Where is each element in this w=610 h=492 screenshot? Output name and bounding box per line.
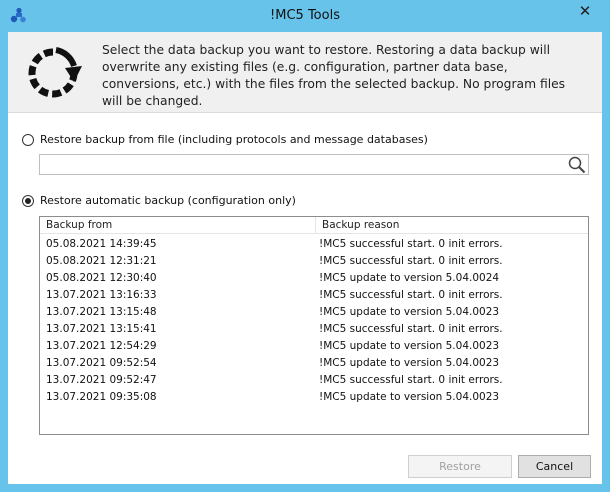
- column-header-backup-reason[interactable]: Backup reason: [316, 217, 588, 234]
- table-row[interactable]: 13.07.2021 13:15:41 !MC5 successful start…: [40, 321, 588, 338]
- window-title: !MC5 Tools: [270, 8, 340, 23]
- backup-date-cell: 05.08.2021 14:39:45: [46, 238, 157, 250]
- info-text: Select the data backup you want to resto…: [102, 43, 566, 108]
- restore-from-file-option[interactable]: Restore backup from file (including prot…: [22, 133, 428, 146]
- restore-from-file-radio[interactable]: [22, 133, 34, 146]
- restore-button[interactable]: Restore: [408, 455, 512, 478]
- backup-reason-cell: !MC5 update to version 5.04.0024: [319, 272, 500, 284]
- restore-from-file-label: Restore backup from file (including prot…: [40, 133, 428, 146]
- table-row[interactable]: 05.08.2021 12:31:21 !MC5 successful start…: [40, 253, 588, 270]
- backup-reason-cell: !MC5 successful start. 0 init errors.: [319, 374, 503, 386]
- dialog-body: Select the data backup you want to resto…: [8, 32, 602, 484]
- backup-list[interactable]: Backup from Backup reason 05.08.2021 14:…: [39, 216, 589, 435]
- backup-reason-cell: !MC5 update to version 5.04.0023: [319, 391, 500, 403]
- restore-automatic-option[interactable]: Restore automatic backup (configuration …: [22, 194, 296, 207]
- restore-circular-arrow-icon: [28, 47, 82, 98]
- backup-reason-cell: !MC5 successful start. 0 init errors.: [319, 255, 503, 267]
- search-icon[interactable]: [567, 155, 587, 174]
- table-row[interactable]: 13.07.2021 09:35:08 !MC5 update to versio…: [40, 389, 588, 406]
- backup-date-cell: 13.07.2021 09:52:47: [46, 374, 157, 386]
- table-row[interactable]: 13.07.2021 12:54:29 !MC5 update to versio…: [40, 338, 588, 355]
- close-button[interactable]: ✕: [569, 0, 601, 22]
- table-row[interactable]: 13.07.2021 13:16:33 !MC5 successful start…: [40, 287, 588, 304]
- backup-date-cell: 13.07.2021 12:54:29: [46, 340, 157, 352]
- table-row[interactable]: 13.07.2021 09:52:47 !MC5 successful start…: [40, 372, 588, 389]
- backup-reason-cell: !MC5 successful start. 0 init errors.: [319, 238, 503, 250]
- backup-reason-cell: !MC5 successful start. 0 init errors.: [319, 323, 503, 335]
- backup-list-rows: 05.08.2021 14:39:45 !MC5 successful start…: [40, 236, 588, 406]
- backup-date-cell: 05.08.2021 12:30:40: [46, 272, 157, 284]
- backup-reason-cell: !MC5 update to version 5.04.0023: [319, 357, 500, 369]
- backup-date-cell: 13.07.2021 13:15:41: [46, 323, 157, 335]
- backup-reason-cell: !MC5 update to version 5.04.0023: [319, 340, 500, 352]
- backup-date-cell: 13.07.2021 13:15:48: [46, 306, 157, 318]
- table-row[interactable]: 05.08.2021 12:30:40 !MC5 update to versio…: [40, 270, 588, 287]
- backup-date-cell: 13.07.2021 09:35:08: [46, 391, 157, 403]
- title-bar[interactable]: !MC5 Tools ✕: [0, 0, 610, 32]
- backup-date-cell: 13.07.2021 13:16:33: [46, 289, 157, 301]
- info-header: Select the data backup you want to resto…: [8, 32, 602, 113]
- restore-automatic-radio[interactable]: [22, 194, 34, 207]
- backup-list-header: Backup from Backup reason: [40, 217, 588, 234]
- backup-reason-cell: !MC5 update to version 5.04.0023: [319, 306, 500, 318]
- backup-file-path-input[interactable]: [39, 154, 589, 175]
- column-header-backup-from[interactable]: Backup from: [40, 217, 316, 234]
- backup-reason-cell: !MC5 successful start. 0 init errors.: [319, 289, 503, 301]
- backup-date-cell: 13.07.2021 09:52:54: [46, 357, 157, 369]
- restore-automatic-label: Restore automatic backup (configuration …: [40, 194, 296, 207]
- cancel-button[interactable]: Cancel: [518, 455, 591, 478]
- dialog-window: !MC5 Tools ✕ Select the data backup you …: [0, 0, 610, 492]
- table-row[interactable]: 13.07.2021 09:52:54 !MC5 update to versio…: [40, 355, 588, 372]
- table-row[interactable]: 05.08.2021 14:39:45 !MC5 successful start…: [40, 236, 588, 253]
- backup-date-cell: 05.08.2021 12:31:21: [46, 255, 157, 267]
- table-row[interactable]: 13.07.2021 13:15:48 !MC5 update to versio…: [40, 304, 588, 321]
